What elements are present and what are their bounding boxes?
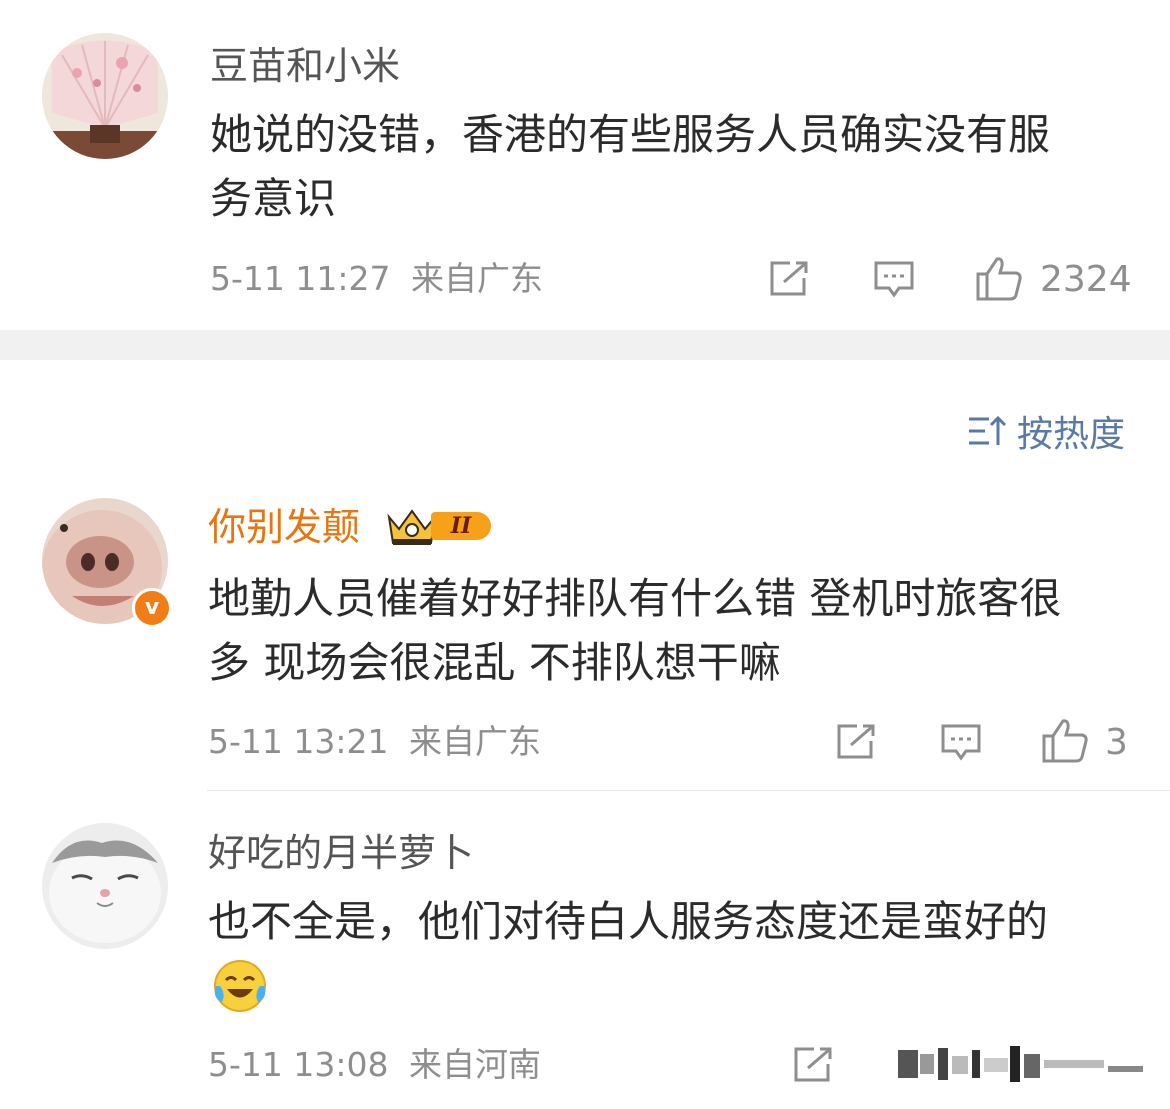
comment-text: 她说的没错，香港的有些服务人员确实没有服 — [210, 110, 1051, 159]
comment-username[interactable]: 你别发颠 — [208, 508, 360, 546]
sort-by-hot-button[interactable]: 按热度 — [967, 405, 1125, 457]
avatar[interactable] — [42, 33, 168, 159]
location-text: 来自广东 — [409, 722, 541, 761]
like-count: 3 — [1105, 722, 1128, 763]
comment-text: 地勤人员催着好好排队有什么错 登机时旅客很 — [208, 574, 1062, 623]
sort-label: 按热度 — [1016, 414, 1125, 455]
comment-username[interactable]: 豆苗和小米 — [210, 47, 400, 85]
time-text: 5-11 13:21 — [208, 722, 389, 761]
time-text: 5-11 13:08 — [208, 1045, 389, 1084]
avatar[interactable] — [42, 823, 168, 949]
section-divider — [0, 330, 1170, 360]
comment-text: 务意识 — [210, 174, 337, 223]
thumbs-up-icon[interactable] — [1041, 718, 1089, 764]
share-icon[interactable] — [835, 723, 877, 761]
sort-icon — [968, 415, 1007, 445]
comment-divider — [207, 790, 1170, 791]
level-label: II — [431, 512, 491, 540]
comment-icon[interactable] — [873, 260, 915, 300]
like-count: 2324 — [1040, 259, 1132, 300]
comment-text: 多 现场会很混乱 不排队想干嘛 — [208, 638, 781, 687]
member-level-badge: II — [385, 505, 500, 547]
watermark — [898, 1044, 1143, 1084]
comment-timestamp: 5-11 13:08 来自河南 — [208, 1048, 541, 1081]
comment-icon[interactable] — [940, 723, 982, 763]
location-text: 来自广东 — [411, 259, 543, 298]
comment-username[interactable]: 好吃的月半萝卜 — [208, 834, 474, 872]
location-text: 来自河南 — [409, 1045, 541, 1084]
time-text: 5-11 11:27 — [210, 259, 391, 298]
comment-timestamp: 5-11 11:27 来自广东 — [210, 262, 543, 295]
crying-laughing-emoji — [214, 960, 266, 1012]
share-icon[interactable] — [768, 260, 810, 298]
share-icon[interactable] — [792, 1046, 834, 1084]
comment-timestamp: 5-11 13:21 来自广东 — [208, 725, 541, 758]
thumbs-up-icon[interactable] — [975, 256, 1023, 302]
verified-badge: v — [132, 588, 172, 628]
comment-text: 也不全是，他们对待白人服务态度还是蛮好的 — [208, 897, 1049, 946]
